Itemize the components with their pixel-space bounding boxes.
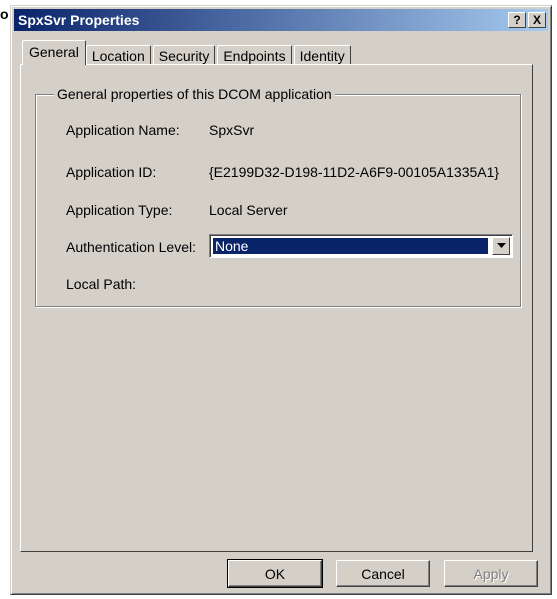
chevron-down-icon — [496, 243, 506, 248]
tab-endpoints[interactable]: Endpoints — [217, 45, 292, 65]
close-icon: X — [532, 13, 541, 27]
cancel-button[interactable]: Cancel — [336, 560, 430, 587]
application-id-label: Application ID: — [66, 164, 157, 180]
ok-button[interactable]: OK — [227, 559, 323, 588]
tab-identity[interactable]: Identity — [293, 45, 351, 65]
application-name-value: SpxSvr — [209, 122, 255, 138]
window-title: SpxSvr Properties — [18, 12, 140, 28]
tab-location[interactable]: Location — [85, 45, 151, 65]
application-type-value: Local Server — [209, 202, 288, 218]
authentication-level-label: Authentication Level: — [66, 239, 196, 255]
title-bar[interactable]: SpxSvr Properties ? X — [14, 9, 548, 31]
tab-strip: General Location Security Endpoints Iden… — [22, 40, 353, 65]
authentication-level-select[interactable]: None — [209, 234, 513, 258]
local-path-label: Local Path: — [66, 276, 137, 292]
apply-button[interactable]: Apply — [444, 560, 538, 587]
application-name-label: Application Name: — [66, 122, 180, 138]
group-legend: General properties of this DCOM applicat… — [54, 86, 335, 102]
tab-general[interactable]: General — [22, 40, 86, 65]
help-button[interactable]: ? — [508, 12, 526, 28]
tab-security[interactable]: Security — [152, 45, 216, 65]
close-button[interactable]: X — [528, 12, 546, 28]
dropdown-arrow-button[interactable] — [492, 237, 510, 255]
help-icon: ? — [513, 13, 521, 27]
authentication-level-value: None — [212, 237, 489, 255]
application-type-label: Application Type: — [66, 202, 173, 218]
application-id-value: {E2199D32-D198-11D2-A6F9-00105A1335A1} — [209, 164, 500, 180]
